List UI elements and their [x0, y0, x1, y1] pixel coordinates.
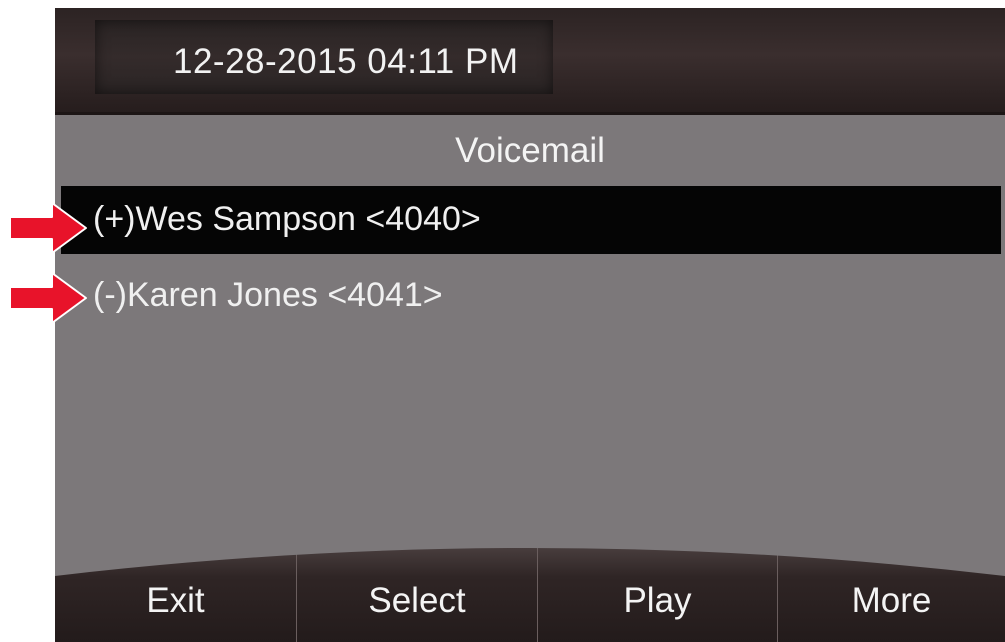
voicemail-item-label: (-)Karen Jones <4041>	[93, 276, 443, 314]
red-arrow-icon	[9, 202, 87, 254]
more-softkey[interactable]: More	[777, 542, 1005, 642]
screen-title: Voicemail	[455, 131, 605, 170]
play-softkey[interactable]: Play	[537, 542, 777, 642]
play-softkey-label: Play	[623, 581, 692, 620]
datetime-panel: 12-28-2015 04:11 PM	[95, 20, 553, 94]
exit-softkey-label: Exit	[146, 581, 205, 620]
voicemail-item-label: (+)Wes Sampson <4040>	[93, 200, 481, 238]
voicemail-list-item[interactable]: (-)Karen Jones <4041>	[61, 262, 1001, 330]
more-softkey-label: More	[851, 581, 932, 620]
select-softkey[interactable]: Select	[296, 542, 537, 642]
red-arrow-icon	[9, 272, 87, 324]
softkey-bar: Exit Select Play More	[55, 542, 1005, 642]
datetime-label: 12-28-2015 04:11 PM	[173, 42, 519, 81]
phone-display-stage: 12-28-2015 04:11 PM Voicemail (+)Wes Sam…	[0, 0, 1005, 642]
phone-screen: 12-28-2015 04:11 PM Voicemail (+)Wes Sam…	[55, 8, 1005, 642]
voicemail-list-item[interactable]: (+)Wes Sampson <4040>	[61, 186, 1001, 254]
status-bar: 12-28-2015 04:11 PM	[55, 8, 1005, 115]
exit-softkey[interactable]: Exit	[55, 542, 296, 642]
select-softkey-label: Select	[368, 581, 466, 620]
